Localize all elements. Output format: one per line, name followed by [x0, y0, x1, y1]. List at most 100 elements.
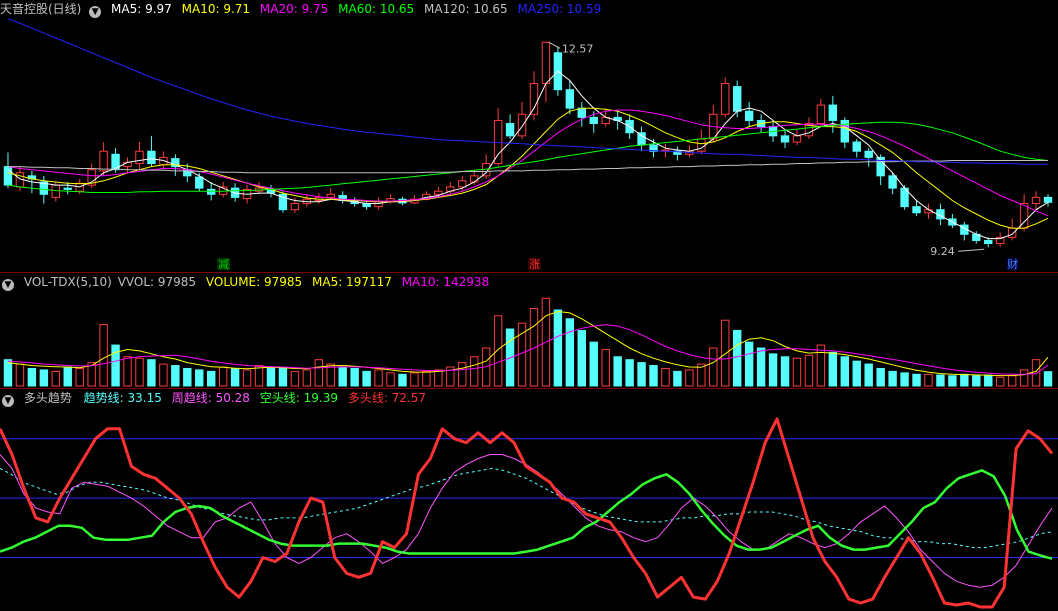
- vol-ma10-label: MA10: 142938: [401, 275, 490, 289]
- vvol-label: VVOL: 97985: [117, 275, 197, 289]
- volume-bar: [816, 344, 826, 387]
- candle-body: [888, 175, 897, 189]
- candle-body: [206, 188, 216, 195]
- ma5-label: MA5: 9.97: [111, 2, 172, 16]
- volume-bar: [75, 367, 84, 387]
- candle-body: [541, 41, 551, 85]
- trend-legend: ▼ 多头趋势 趋势线: 33.15 周趋线: 50.28 空头线: 19.39 …: [0, 389, 432, 407]
- candle-body: [374, 201, 383, 208]
- candle-body: [912, 206, 921, 214]
- volume-bar: [302, 369, 312, 387]
- volume-bar: [732, 329, 742, 387]
- volume-bar: [888, 370, 897, 387]
- price-panel[interactable]: 天音控股(日线) ▼ MA5: 9.97 MA10: 9.71 MA20: 9.…: [0, 0, 1058, 271]
- volume-bar: [290, 370, 300, 387]
- candle-body: [816, 104, 826, 125]
- vol-ma5-label: MA5: 197117: [312, 275, 392, 289]
- volume-bar: [422, 370, 431, 387]
- candle-body: [744, 110, 754, 121]
- high-price-label: 12.57: [562, 42, 594, 55]
- volume-bar: [51, 370, 61, 387]
- volume-bar: [553, 309, 563, 387]
- volume-bar: [960, 373, 969, 387]
- high-arrow: [548, 41, 561, 49]
- volume-bar: [625, 359, 634, 387]
- trend-chart[interactable]: [0, 389, 1058, 611]
- volume-bar: [410, 372, 419, 387]
- volume-bar: [840, 356, 850, 387]
- chevron-down-icon[interactable]: ▼: [2, 395, 14, 407]
- trend-panel-title: 多头趋势: [23, 391, 72, 405]
- volume-bar: [936, 374, 945, 387]
- volume-bar: [469, 356, 479, 387]
- volume-bar: [195, 369, 204, 387]
- volume-bar: [1031, 359, 1041, 387]
- volume-bar: [386, 372, 395, 387]
- candle-body: [147, 150, 156, 165]
- candle-body: [1043, 196, 1053, 203]
- candle-body: [1007, 227, 1017, 238]
- ma5-line: [7, 70, 1049, 240]
- volume-bar: [661, 367, 670, 387]
- candle-body: [792, 135, 802, 143]
- volume-bar: [434, 369, 443, 387]
- volume-bar: [924, 373, 933, 387]
- volume-bar: [613, 356, 622, 387]
- volume-bar: [135, 357, 144, 387]
- volume-bar: [374, 369, 383, 387]
- short-line-label: 空头线: 19.39: [259, 391, 338, 405]
- volume-bar: [577, 329, 587, 387]
- volume-bar: [709, 347, 718, 387]
- volume-bar: [63, 366, 72, 387]
- candle-body: [589, 116, 598, 125]
- volume-bar: [171, 365, 180, 387]
- candle-body: [732, 86, 742, 112]
- volume-bar: [458, 362, 467, 387]
- ma250-line: [7, 18, 1048, 165]
- chevron-down-icon[interactable]: ▼: [2, 279, 14, 291]
- volume-bar: [780, 356, 790, 387]
- volume-bar: [1007, 375, 1017, 387]
- short-line: [0, 469, 1053, 560]
- volume-bar: [350, 367, 359, 387]
- candle-body: [434, 190, 443, 195]
- week-trend-label: 周趋线: 50.28: [171, 391, 250, 405]
- candle-body: [290, 203, 300, 211]
- volume-label: VOLUME: 97985: [205, 275, 303, 289]
- volume-panel[interactable]: ▼ VOL-TDX(5,10) VVOL: 97985 VOLUME: 9798…: [0, 273, 1058, 388]
- candle-body: [195, 176, 204, 189]
- volume-bar: [206, 370, 216, 387]
- ma120-label: MA120: 10.65: [424, 2, 508, 16]
- trend-panel[interactable]: ▼ 多头趋势 趋势线: 33.15 周趋线: 50.28 空头线: 19.39 …: [0, 389, 1058, 611]
- volume-bar: [685, 369, 694, 387]
- chevron-down-icon[interactable]: ▼: [89, 6, 102, 18]
- volume-bar: [123, 356, 132, 387]
- candle-body: [852, 141, 861, 152]
- volume-bar: [804, 354, 814, 387]
- volume-bar: [900, 372, 909, 387]
- volume-bar: [159, 363, 168, 387]
- candle-body: [505, 123, 515, 137]
- volume-bar: [792, 357, 802, 387]
- candle-body: [1031, 196, 1041, 205]
- long-line: [0, 417, 1054, 609]
- price-chart[interactable]: 12.57 9.24 减 涨 财: [0, 0, 1058, 271]
- volume-bar: [242, 369, 252, 387]
- candle-body: [3, 166, 13, 186]
- volume-bar: [744, 341, 754, 387]
- volume-bar: [673, 370, 682, 387]
- candle-body: [529, 83, 539, 115]
- candle-body: [99, 150, 108, 172]
- candle-body: [517, 113, 527, 137]
- candle-body: [135, 150, 144, 165]
- event-marker: 涨: [529, 258, 540, 271]
- volume-bar: [852, 360, 861, 387]
- volume-bar: [15, 363, 25, 387]
- volume-bar: [362, 370, 371, 387]
- candle-body: [984, 239, 993, 245]
- price-legend: 天音控股(日线) ▼ MA5: 9.97 MA10: 9.71 MA20: 9.…: [0, 0, 607, 18]
- candle-body: [697, 138, 706, 152]
- volume-bar: [39, 369, 49, 387]
- ma20-label: MA20: 9.75: [259, 2, 329, 16]
- candle-body: [721, 83, 730, 115]
